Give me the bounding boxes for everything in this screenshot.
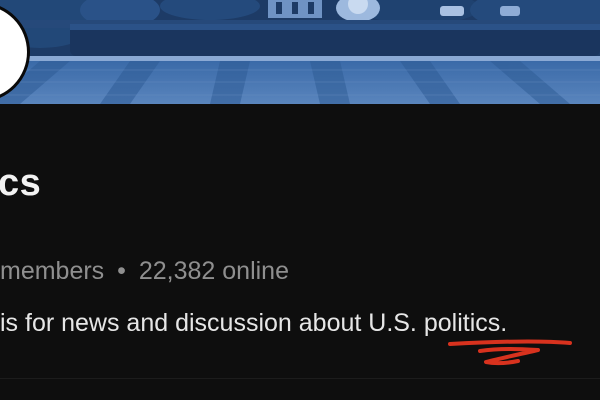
community-description: is for news and discussion about U.S. po…	[0, 309, 508, 337]
divider	[0, 378, 600, 379]
red-underline-annotation	[448, 339, 572, 366]
community-title: cs	[0, 162, 42, 204]
online-count: 22,382 online	[138, 257, 289, 285]
stats-separator: •	[117, 257, 126, 285]
banner-image	[0, 0, 600, 104]
members-count: members	[0, 257, 105, 285]
community-stats: members • 22,382 online	[0, 255, 289, 287]
subreddit-header: cs members • 22,382 online is for news a…	[0, 0, 600, 400]
